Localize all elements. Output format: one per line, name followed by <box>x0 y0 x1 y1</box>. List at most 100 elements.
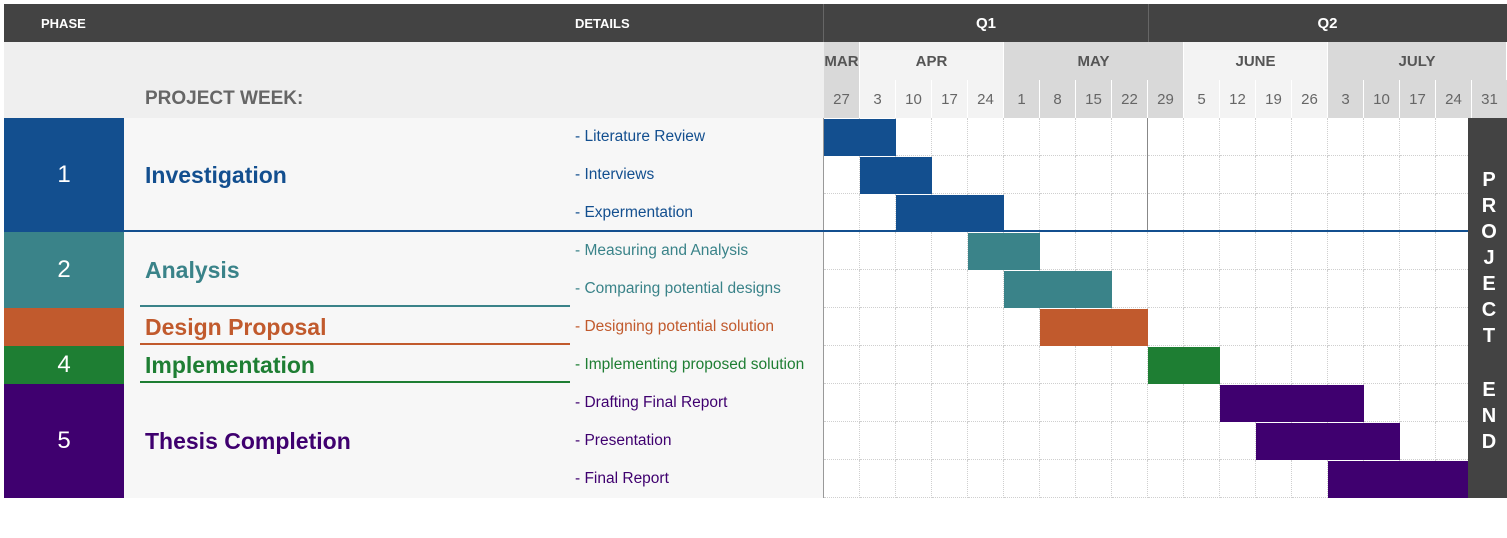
grid-cell <box>968 346 1004 384</box>
grid-cell <box>1400 156 1436 194</box>
grid-cell <box>968 118 1004 156</box>
grid-cell <box>968 308 1004 346</box>
project-end-letter: P <box>1482 169 1496 191</box>
grid-cell <box>1148 118 1184 156</box>
project-week-label: PROJECT WEEK: <box>145 88 304 109</box>
phase-number-box: 4 <box>4 346 124 384</box>
grid-cell <box>896 460 932 498</box>
week-label: 10 <box>896 80 932 118</box>
grid-cell <box>968 156 1004 194</box>
grid-cell <box>1184 232 1220 270</box>
grid-cell <box>1256 232 1292 270</box>
phase-number-box: 1 <box>4 118 124 232</box>
grid-cell <box>1040 384 1076 422</box>
grid-cell <box>932 346 968 384</box>
grid-cell <box>1256 156 1292 194</box>
grid-cell <box>1328 308 1364 346</box>
header-left-bg <box>4 42 824 118</box>
grid-cell <box>1364 194 1400 232</box>
grid-cell <box>896 118 932 156</box>
grid-cell <box>1112 384 1148 422</box>
month-label: MAY <box>1004 42 1184 80</box>
grid-cell <box>1004 194 1040 232</box>
week-label: 17 <box>1400 80 1436 118</box>
grid-cell <box>896 346 932 384</box>
grid-cell <box>1292 460 1328 498</box>
grid-cell <box>1004 346 1040 384</box>
grid-cell <box>824 308 860 346</box>
week-label: 29 <box>1148 80 1184 118</box>
grid-cell <box>1292 232 1328 270</box>
grid-cell <box>1436 232 1472 270</box>
grid-cell <box>896 422 932 460</box>
month-label: JULY <box>1328 42 1507 80</box>
task-bar <box>1328 461 1472 498</box>
grid-cell <box>1400 270 1436 308</box>
grid-cell <box>932 156 968 194</box>
grid-cell <box>1364 384 1400 422</box>
grid-cell <box>1364 156 1400 194</box>
grid-cell <box>1292 194 1328 232</box>
phase-underline <box>140 343 570 345</box>
phase-number-box <box>4 308 124 346</box>
grid-cell <box>1076 156 1112 194</box>
task-detail: - Presentation <box>575 432 672 449</box>
grid-cell <box>1328 232 1364 270</box>
grid-cell <box>1400 308 1436 346</box>
task-bar <box>1004 271 1112 308</box>
week-label: 17 <box>932 80 968 118</box>
grid-cell <box>1184 194 1220 232</box>
week-label: 15 <box>1076 80 1112 118</box>
phase-name: Thesis Completion <box>145 427 351 454</box>
grid-cell <box>932 118 968 156</box>
grid-cell <box>896 270 932 308</box>
grid-cell <box>1184 460 1220 498</box>
week-label: 3 <box>1328 80 1364 118</box>
grid-cell <box>1184 156 1220 194</box>
grid-cell <box>1220 460 1256 498</box>
task-detail: - Interviews <box>575 166 655 183</box>
grid-cell <box>932 270 968 308</box>
grid-cell <box>896 308 932 346</box>
grid-cell <box>1364 118 1400 156</box>
grid-cell <box>968 422 1004 460</box>
project-end-letter: C <box>1481 299 1497 321</box>
project-end-letter: D <box>1481 431 1497 453</box>
grid-cell <box>932 308 968 346</box>
grid-cell <box>824 346 860 384</box>
grid-cell <box>1220 194 1256 232</box>
week-label: 24 <box>968 80 1004 118</box>
grid-cell <box>1148 422 1184 460</box>
grid-cell <box>1220 232 1256 270</box>
grid-cell <box>1220 270 1256 308</box>
grid-cell <box>1400 346 1436 384</box>
grid-cell <box>1292 270 1328 308</box>
grid-cell <box>1364 232 1400 270</box>
grid-cell <box>1436 156 1472 194</box>
grid-cell <box>932 232 968 270</box>
grid-cell <box>1436 422 1472 460</box>
grid-cell <box>1436 308 1472 346</box>
grid-cell <box>824 194 860 232</box>
project-end-letter: N <box>1481 405 1497 427</box>
quarter-divider <box>1148 4 1149 42</box>
task-bar <box>1256 423 1400 460</box>
grid-cell <box>1400 194 1436 232</box>
month-label: JUNE <box>1184 42 1328 80</box>
grid-cell <box>1148 194 1184 232</box>
grid-cell <box>1328 156 1364 194</box>
grid-cell <box>824 270 860 308</box>
grid-cell <box>1256 194 1292 232</box>
grid-cell <box>932 422 968 460</box>
task-detail: - Drafting Final Report <box>575 394 728 411</box>
grid-cell <box>1220 118 1256 156</box>
project-end-letter: T <box>1482 325 1496 347</box>
grid-cell <box>1040 156 1076 194</box>
grid-cell <box>1292 156 1328 194</box>
grid-cell <box>1184 422 1220 460</box>
grid-cell <box>1076 232 1112 270</box>
grid-cell <box>1256 308 1292 346</box>
month-label: APR <box>860 42 1004 80</box>
grid-cell <box>1076 384 1112 422</box>
phase-number-box: 2 <box>4 232 124 308</box>
